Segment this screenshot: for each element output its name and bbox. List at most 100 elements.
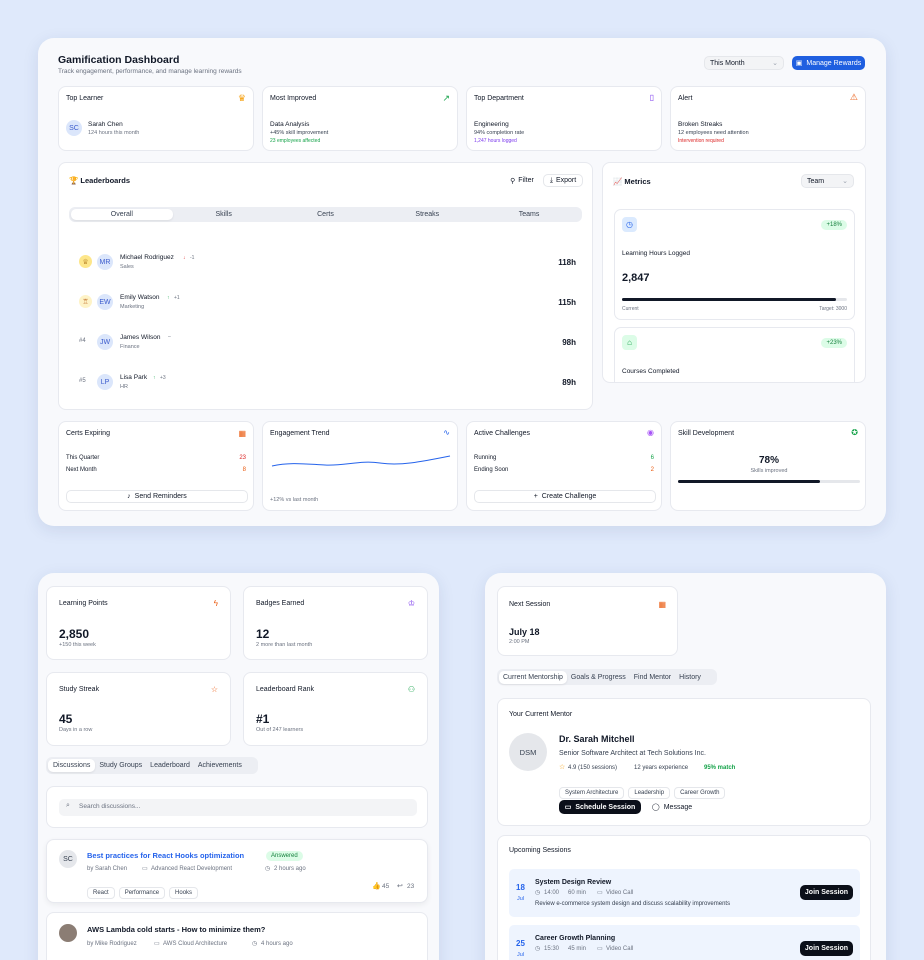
learning-points-card: Learning Points ϟ 2,850 +150 this week xyxy=(46,586,231,660)
trophy-icon: ♔ xyxy=(407,599,415,608)
user-name: Lisa Park xyxy=(120,374,148,381)
tab-current-mentorship[interactable]: Current Mentorship xyxy=(499,670,567,684)
metrics-scope-select[interactable]: Team ⌄ xyxy=(801,174,854,188)
join-session-button[interactable]: Join Session xyxy=(800,941,853,956)
trend-caption: +12% vs last month xyxy=(270,497,319,503)
thumbs-up-icon[interactable]: 👍 xyxy=(372,882,381,890)
period-select[interactable]: This Month ⌄ xyxy=(704,56,784,70)
export-button[interactable]: ⤓ Export xyxy=(543,174,583,187)
stat-title: Most Improved xyxy=(270,95,317,102)
leaderboard-row[interactable]: #5 LP Lisa Park ↑ +3 HR 89h xyxy=(59,369,594,399)
tab-find-mentor[interactable]: Find Mentor xyxy=(630,671,675,684)
message-button[interactable]: ◯ Message xyxy=(646,800,698,814)
avatar: LP xyxy=(97,374,113,390)
avatar: EW xyxy=(97,294,113,310)
tab-overall[interactable]: Overall xyxy=(71,209,173,220)
metric-label: Courses Completed xyxy=(622,368,680,375)
tab-leaderboard[interactable]: Leaderboard xyxy=(146,759,194,772)
tab-teams[interactable]: Teams xyxy=(478,211,580,218)
tab-streaks[interactable]: Streaks xyxy=(376,211,478,218)
tag[interactable]: React xyxy=(87,887,115,899)
tab-certs[interactable]: Certs xyxy=(275,211,377,218)
medal-icon: ♖ xyxy=(79,295,92,308)
manage-rewards-button[interactable]: ▣ Manage Rewards xyxy=(792,56,865,70)
mentor-tags: System Architecture Leadership Career Grow… xyxy=(559,781,729,799)
tag[interactable]: Hooks xyxy=(169,887,199,899)
row-label: Running xyxy=(474,455,497,461)
admin-dashboard-panel: Gamification Dashboard Track engagement,… xyxy=(38,38,886,526)
leaderboard-row[interactable]: ♕ MR Michael Rodriguez ↓ -1 Sales 118h xyxy=(59,249,594,279)
metric-courses-completed: ⌂ +23% Courses Completed xyxy=(614,327,855,382)
skill-caption: Skills improved xyxy=(750,468,788,474)
schedule-session-button[interactable]: ▭ Schedule Session xyxy=(559,800,641,814)
tab-skills[interactable]: Skills xyxy=(173,211,275,218)
post-tags: React Performance Hooks xyxy=(87,881,202,899)
row-label: This Quarter xyxy=(66,455,100,461)
metrics-title: 📈 Metrics xyxy=(613,177,651,186)
stat-extra: 23 employees affected xyxy=(270,138,321,144)
stat-card-most-improved: Most Improved ↗ Data Analysis +45% skill… xyxy=(262,86,458,151)
stat-card-top-learner: Top Learner ♛ SC Sarah Chen 124 hours th… xyxy=(58,86,254,151)
discussion-post[interactable]: AWS Lambda cold starts - How to minimize… xyxy=(46,912,428,960)
post-likes: 45 xyxy=(382,883,390,890)
tag[interactable]: Performance xyxy=(118,887,166,899)
leaderboard-card: 🏆 Leaderboards ⚲ Filter ⤓ Export Overall… xyxy=(58,162,593,410)
mentor-match: 95% match xyxy=(704,765,736,771)
leaderboard-row[interactable]: ♖ EW Emily Watson ↑ +1 Marketing 115h xyxy=(59,289,594,319)
stat-title: Top Learner xyxy=(66,95,104,102)
metric-change-badge: +18% xyxy=(821,220,847,230)
plus-icon: + xyxy=(533,493,538,500)
metrics-scope-value: Team xyxy=(807,177,825,185)
leaderboard-row[interactable]: #4 JW James Wilson – Finance 98h xyxy=(59,329,594,359)
card-value: 45 xyxy=(59,712,73,726)
discussion-post[interactable]: SC Best practices for React Hooks optimi… xyxy=(46,839,428,903)
next-session-date: July 18 xyxy=(509,627,540,637)
mentor-experience: 12 years experience xyxy=(634,765,689,771)
leaderboard-title: 🏆 Leaderboards xyxy=(69,176,131,185)
zap-icon: ϟ xyxy=(213,599,218,608)
send-reminders-button[interactable]: ♪ Send Reminders xyxy=(66,490,248,503)
trending-up-icon: ↗ xyxy=(442,93,450,103)
video-icon: ▭ xyxy=(597,890,603,896)
session-duration: 45 min xyxy=(568,946,587,952)
create-challenge-button[interactable]: + Create Challenge xyxy=(474,490,656,503)
reply-icon[interactable]: ↩ xyxy=(397,882,403,890)
filter-button[interactable]: ⚲ Filter xyxy=(505,174,539,187)
calendar-icon: ▦ xyxy=(658,600,666,609)
tab-discussions[interactable]: Discussions xyxy=(48,759,96,772)
join-session-button[interactable]: Join Session xyxy=(800,885,853,900)
session-time: 14:00 xyxy=(544,890,560,896)
avatar: SC xyxy=(66,120,82,136)
user-name: James Wilson xyxy=(120,334,161,341)
schedule-session-label: Schedule Session xyxy=(575,803,636,811)
clock-icon: ◷ xyxy=(265,866,271,872)
row-value: 2 xyxy=(650,467,654,473)
tab-achievements[interactable]: Achievements xyxy=(194,759,246,772)
mentor-role: Senior Software Architect at Tech Soluti… xyxy=(559,750,706,757)
graduation-cap-icon: ⌂ xyxy=(622,335,637,350)
video-icon: ▭ xyxy=(597,946,603,952)
chevron-down-icon: ⌄ xyxy=(772,60,778,67)
tab-goals-progress[interactable]: Goals & Progress xyxy=(567,671,630,684)
metric-progress-track xyxy=(622,298,847,301)
search-input[interactable]: ⌕ Search discussions... xyxy=(59,799,417,816)
stat-card-top-department: Top Department ▯ Engineering 94% complet… xyxy=(466,86,662,151)
arrow-up-icon: ↑ xyxy=(167,295,170,301)
card-value: 12 xyxy=(256,627,270,641)
post-title[interactable]: Best practices for React Hooks optimizat… xyxy=(87,851,244,860)
chevron-down-icon: ⌄ xyxy=(842,178,848,185)
engagement-trend-sparkline xyxy=(271,455,451,467)
stat-title: Top Department xyxy=(474,95,524,102)
post-title[interactable]: AWS Lambda cold starts - How to minimize… xyxy=(87,925,265,934)
tab-study-groups[interactable]: Study Groups xyxy=(95,759,146,772)
trend-line xyxy=(271,455,451,467)
tab-history[interactable]: History xyxy=(675,671,705,684)
session-title: Career Growth Planning xyxy=(535,935,616,942)
user-department: Finance xyxy=(120,344,140,350)
video-icon: ▭ xyxy=(564,804,572,811)
export-label: Export xyxy=(555,177,577,184)
user-hours: 115h xyxy=(558,298,576,307)
next-session-time: 2:00 PM xyxy=(509,639,530,645)
mentor-panel: Next Session ▦ July 18 2:00 PM Current M… xyxy=(485,573,886,960)
stat-name: Broken Streaks xyxy=(678,121,723,128)
